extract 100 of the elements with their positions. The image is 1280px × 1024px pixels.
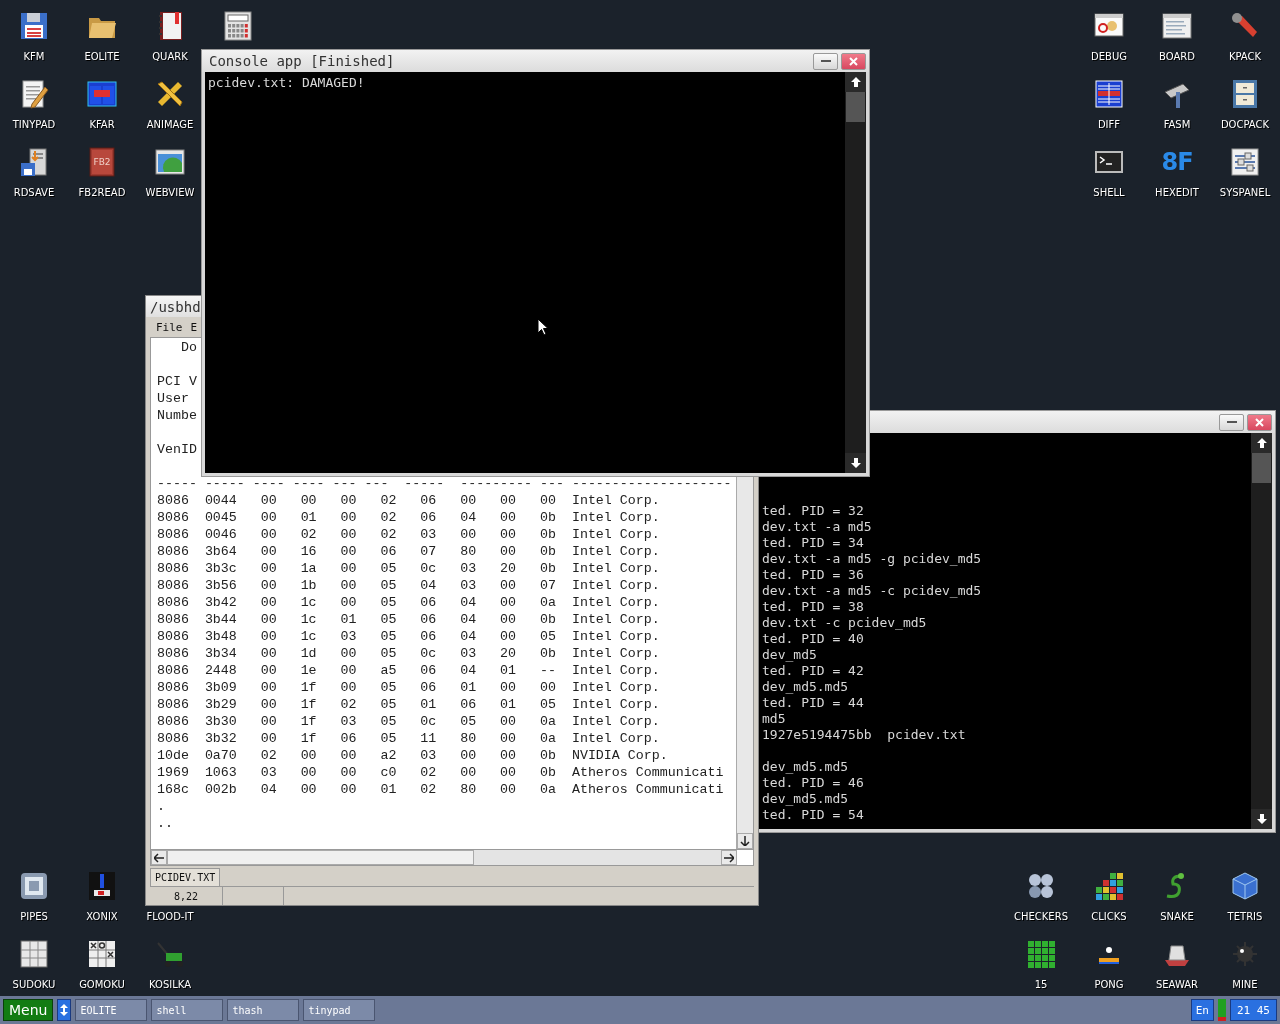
desktop-icon-label[interactable]: FB2READ <box>78 187 126 199</box>
desktop-icon-label[interactable]: TINYPAD <box>12 119 56 131</box>
scroll-down-button[interactable] <box>737 833 753 849</box>
cursor-position: 8,22 <box>150 887 223 905</box>
tic-tac-toe-icon[interactable] <box>86 938 118 970</box>
desktop-icon-label[interactable]: DIFF <box>1097 119 1121 131</box>
desktop-icon-label[interactable]: CHECKERS <box>1014 911 1068 923</box>
arrow-down-icon <box>850 458 861 468</box>
desktop-icon-label[interactable]: XONIX <box>86 911 118 923</box>
close-button[interactable] <box>1247 413 1272 431</box>
desktop-icon-label[interactable]: CLICKS <box>1091 911 1127 923</box>
text-window-icon[interactable] <box>1161 10 1193 42</box>
terminal-output-line: dev_md5.md5 <box>762 791 850 807</box>
clock[interactable]: 21 45 <box>1229 999 1277 1021</box>
desktop-icon-label[interactable]: EOLITE <box>84 51 120 63</box>
scroll-up-button[interactable] <box>1251 433 1272 453</box>
desktop-icon-label[interactable]: KFAR <box>89 119 115 131</box>
minimize-icon <box>820 59 831 63</box>
scroll-left-button[interactable] <box>151 850 167 865</box>
text-line: 8086 3b30 00 1f 03 05 0c 05 00 0a Intel Corp. <box>157 713 661 730</box>
sliders-icon[interactable] <box>1229 146 1261 178</box>
scroll-up-button[interactable] <box>845 72 866 92</box>
minimize-button[interactable] <box>813 52 838 70</box>
text-line: 8086 3b34 00 1d 00 05 0c 03 20 0b Intel Corp. <box>157 645 661 662</box>
text-line: 8086 3b48 00 1c 03 05 06 04 00 05 Intel Corp. <box>157 628 661 645</box>
scrollbar-thumb[interactable] <box>846 92 865 122</box>
menu-item[interactable]: File <box>156 320 183 334</box>
text-line: User <box>157 390 190 407</box>
desktop-icon-label[interactable]: SNAKE <box>1160 911 1194 923</box>
close-button[interactable] <box>841 52 866 70</box>
text-line: VenID <box>157 441 198 458</box>
close-icon <box>1255 417 1264 427</box>
desktop-icon-label[interactable]: GOMOKU <box>79 979 125 991</box>
terminal-output-line: dev.txt -a md5 -c pcidev_md5 <box>762 583 983 599</box>
text-line: 8086 3b3c 00 1a 00 05 0c 03 20 0b Intel Corp. <box>157 560 661 577</box>
desktop-icon-label[interactable]: FLOOD-IT <box>146 911 194 923</box>
desktop-icon-label[interactable]: ANIMAGE <box>146 119 194 131</box>
arrow-up-icon <box>1256 438 1267 448</box>
desktop-icon-label[interactable]: MINE <box>1232 979 1258 991</box>
text-line: . <box>157 798 166 815</box>
desktop-icon-label[interactable]: RDSAVE <box>13 187 55 199</box>
scroll-right-button[interactable] <box>721 850 737 865</box>
desktop-icon-label[interactable]: SHELL <box>1093 187 1125 199</box>
tile-grid-icon[interactable] <box>1025 938 1057 970</box>
scrollbar-thumb[interactable] <box>1252 453 1271 483</box>
terminal-output-line: ted. PID = 42 <box>762 663 865 679</box>
desktop-icon-label[interactable]: SUDOKU <box>12 979 56 991</box>
table-window-icon[interactable] <box>1093 78 1125 110</box>
calculator-icon[interactable] <box>222 10 254 42</box>
arrow-down-icon <box>740 836 750 846</box>
desktop-icon-label[interactable]: KPACK <box>1228 51 1262 63</box>
switch-button[interactable] <box>57 999 72 1021</box>
desktop-icon-label[interactable]: WEBVIEW <box>145 187 195 199</box>
globe-window-icon[interactable] <box>154 146 186 178</box>
desktop-icon-label[interactable]: SYSPANEL <box>1219 187 1271 199</box>
desktop-icon-label[interactable]: PONG <box>1094 979 1124 991</box>
panel-window-icon[interactable] <box>86 78 118 110</box>
desktop-icon-label[interactable]: TETRIS <box>1227 911 1263 923</box>
terminal-output-line: dev.txt -c pcidev_md5 <box>762 615 928 631</box>
desktop-icon-label[interactable]: 15 <box>1034 979 1048 991</box>
language-button[interactable]: En <box>1190 999 1214 1021</box>
desktop-icon-label[interactable]: PIPES <box>20 911 48 923</box>
desktop-icon-label[interactable]: BOARD <box>1159 51 1195 63</box>
menu-item[interactable]: E <box>190 320 198 334</box>
scroll-down-button[interactable] <box>1251 809 1272 829</box>
indicator-icon <box>1217 999 1226 1021</box>
desktop-icon-label[interactable]: DOCPACK <box>1220 119 1270 131</box>
game-board-icon[interactable] <box>86 870 118 902</box>
text-line: 8086 3b09 00 1f 00 05 06 01 00 00 Intel Corp. <box>157 679 661 696</box>
cube-icon[interactable] <box>1229 870 1261 902</box>
menu-button[interactable]: Menu <box>3 999 54 1021</box>
text-line: ----- ----- ---- ---- --- --- ----- --------- --- -------------------- <box>157 475 733 492</box>
terminal-output-line: dev.txt -a md5 <box>762 519 873 535</box>
text-line: 168c 002b 04 00 00 01 02 80 00 0a Atheros Communicati <box>157 781 725 798</box>
arrow-right-icon <box>724 852 734 863</box>
colored-blocks-icon[interactable] <box>1093 870 1125 902</box>
floppy-and-computer-icon[interactable] <box>18 146 50 178</box>
terminal-output-line: dev.txt -a md5 -g pcidev_md5 <box>762 551 983 567</box>
desktop-icon-label[interactable]: KFM <box>23 51 45 63</box>
grid-icon[interactable] <box>18 938 50 970</box>
terminal-output-line: dev_md5.md5 <box>762 679 850 695</box>
logo-icon[interactable]: 8F <box>1161 146 1193 178</box>
desktop-icon-label[interactable]: QUARK <box>152 51 188 63</box>
window-title: Console app [Finished] <box>208 53 396 69</box>
scrollbar-thumb[interactable] <box>167 850 474 865</box>
text-line: 8086 0044 00 00 00 02 06 00 00 00 Intel Corp. <box>157 492 661 509</box>
book-icon[interactable]: FB2 <box>86 146 118 178</box>
terminal-output-line: ted. PID = 44 <box>762 695 865 711</box>
desktop-icon-label[interactable]: SEAWAR <box>1155 979 1199 991</box>
desktop-icon-label[interactable]: KOSILKA <box>149 979 191 991</box>
text-line: 8086 3b32 00 1f 06 05 11 80 00 0a Intel Corp. <box>157 730 661 747</box>
desktop-icon-label[interactable]: DEBUG <box>1091 51 1127 63</box>
file-tab[interactable]: PCIDEV.TXT <box>150 868 221 886</box>
horizontal-scrollbar[interactable] <box>151 850 737 865</box>
desktop-icon-label[interactable]: FASM <box>1163 119 1191 131</box>
terminal-output-line: ted. PID = 32 <box>762 503 865 519</box>
scroll-down-button[interactable] <box>845 453 866 473</box>
desktop-icon-label[interactable]: HEXEDIT <box>1155 187 1199 199</box>
terminal-output-line: dev_md5 <box>762 647 818 663</box>
minimize-button[interactable] <box>1219 413 1244 431</box>
